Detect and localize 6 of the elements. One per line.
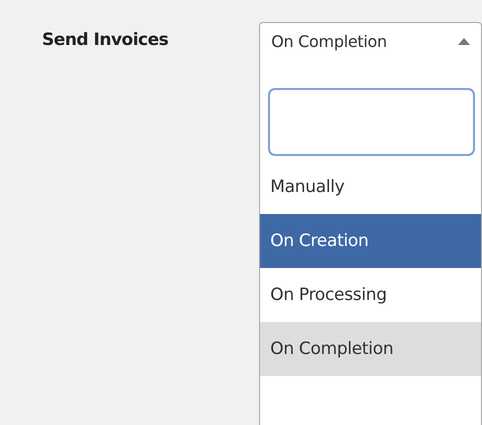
dropdown-option[interactable]: On Completion	[260, 322, 481, 376]
dropdown-option[interactable]: Manually	[260, 160, 481, 214]
search-field[interactable]	[268, 88, 475, 156]
dropdown-option[interactable]: On Processing	[260, 268, 481, 322]
dropdown-option[interactable]: On Creation	[260, 214, 481, 268]
field-label: Send Invoices	[41, 30, 168, 50]
